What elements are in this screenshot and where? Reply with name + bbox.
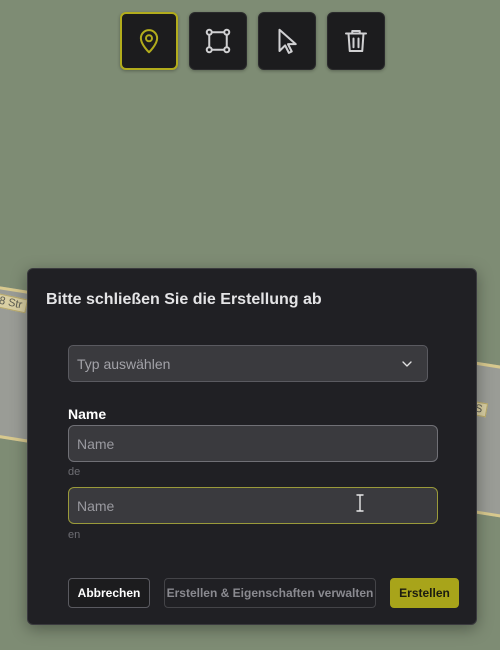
draw-area-button[interactable] [189, 12, 247, 70]
drawing-toolbar [120, 12, 385, 70]
dialog-title: Bitte schließen Sie die Erstellung ab [46, 291, 322, 308]
pointer-arrow-icon [278, 28, 297, 54]
select-button[interactable] [258, 12, 316, 70]
name-label: Name [68, 406, 107, 422]
lang-label-en: en [68, 529, 81, 541]
place-marker-button[interactable] [120, 12, 178, 70]
type-select-placeholder: Typ auswählen [77, 355, 171, 372]
trash-icon [345, 30, 367, 52]
delete-button[interactable] [327, 12, 385, 70]
square-vertices-icon [205, 28, 231, 54]
create-dialog: Bitte schließen Sie die Erstellung ab Ty… [27, 268, 477, 625]
cancel-button[interactable]: Abbrechen [68, 578, 150, 608]
lang-label-de: de [68, 466, 81, 478]
name-input-en[interactable] [68, 487, 438, 524]
create-button[interactable]: Erstellen [390, 578, 459, 608]
chevron-down-icon [402, 360, 412, 367]
text-cursor-icon [356, 494, 364, 512]
create-and-manage-button[interactable]: Erstellen & Eigenschaften verwalten [164, 578, 376, 608]
type-select[interactable]: Typ auswählen [68, 345, 428, 382]
map-pin-icon [139, 29, 159, 54]
name-input-de[interactable] [68, 425, 438, 462]
